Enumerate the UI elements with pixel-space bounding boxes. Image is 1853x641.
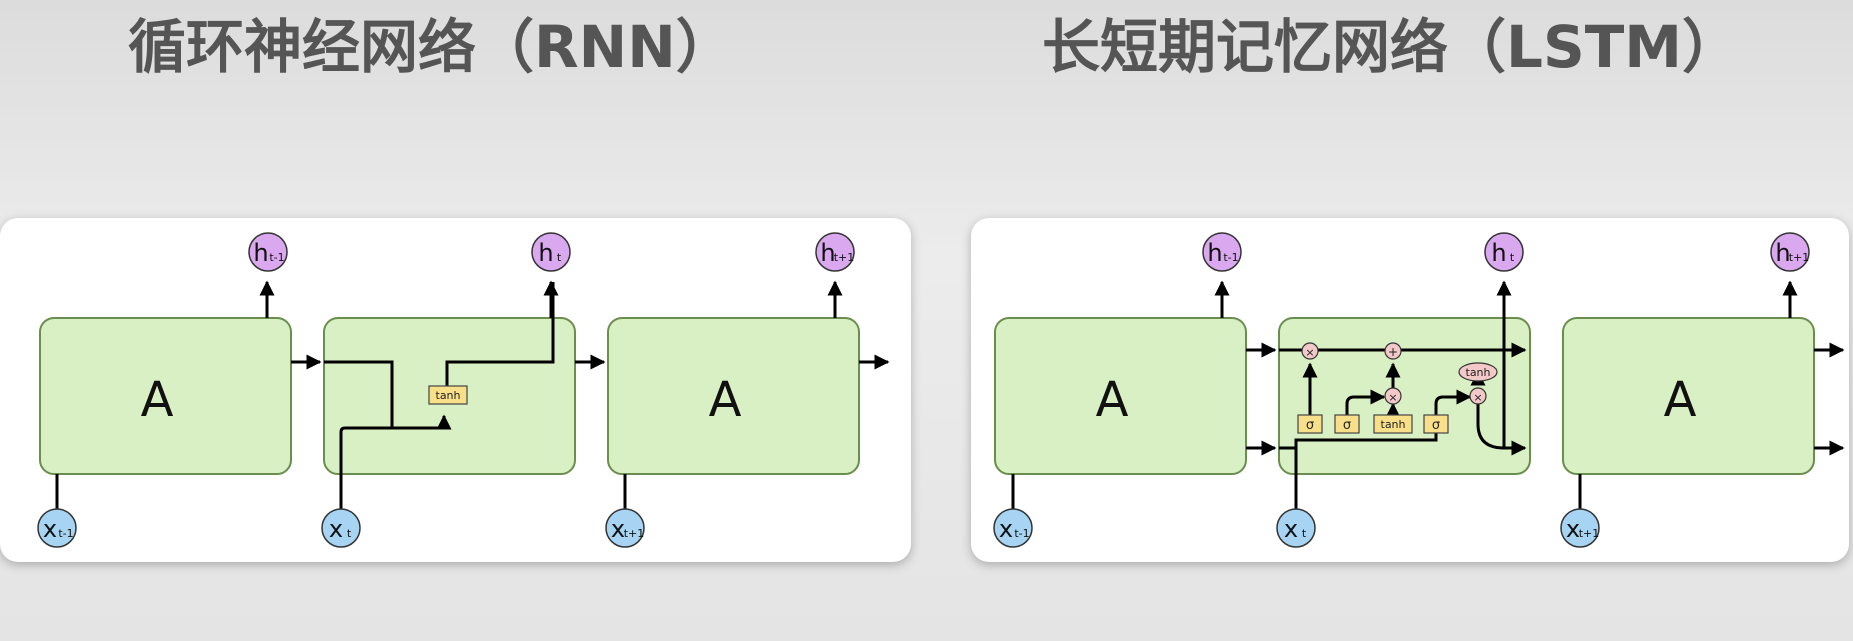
svg-text:σ: σ: [1432, 418, 1440, 433]
lstm-cell-prev: A: [994, 317, 1247, 475]
svg-text:h: h: [1491, 239, 1506, 267]
x-node-lstm-next: x t+1: [1560, 508, 1600, 548]
svg-text:t: t: [1302, 527, 1307, 540]
svg-text:t-1: t-1: [58, 527, 73, 540]
x-node-lstm-prev: x t-1: [993, 508, 1033, 548]
svg-text:h: h: [1207, 239, 1222, 267]
rnn-cell-next: A: [607, 317, 860, 475]
svg-text:σ: σ: [1343, 418, 1351, 433]
svg-text:x: x: [1284, 515, 1298, 543]
svg-text:h: h: [253, 239, 268, 267]
forget-multiply-node: ×: [1301, 342, 1319, 360]
h-node-rnn-prev: h t-1: [248, 232, 288, 272]
svg-text:t: t: [1510, 251, 1515, 264]
cell-label: A: [709, 372, 742, 428]
lstm-cell-current: [1278, 317, 1531, 475]
x-node-rnn-next: x t+1: [605, 508, 645, 548]
svg-text:σ: σ: [1306, 418, 1314, 433]
rnn-cell-prev: A: [39, 317, 292, 475]
svg-text:×: ×: [1305, 346, 1314, 359]
svg-text:x: x: [999, 515, 1013, 543]
h-node-lstm-next: h t+1: [1770, 232, 1810, 272]
cell-label: A: [1096, 372, 1129, 428]
svg-text:×: ×: [1473, 391, 1482, 404]
x-node-rnn-current: x t: [321, 508, 361, 548]
output-tanh-node: tanh: [1458, 362, 1498, 382]
svg-text:×: ×: [1388, 391, 1397, 404]
input-gate: σ: [1334, 414, 1360, 434]
svg-text:t-1: t-1: [1223, 251, 1238, 264]
svg-text:x: x: [43, 515, 57, 543]
svg-text:t-1: t-1: [1014, 527, 1029, 540]
output-gate: σ: [1423, 414, 1449, 434]
svg-text:tanh: tanh: [1381, 418, 1406, 431]
lstm-cell-next: A: [1562, 317, 1815, 475]
svg-text:t-1: t-1: [269, 251, 284, 264]
candidate-tanh-gate: tanh: [1373, 414, 1413, 434]
rnn-tanh-gate: tanh: [428, 385, 468, 405]
svg-text:t: t: [557, 251, 562, 264]
svg-text:+: +: [1388, 345, 1398, 359]
forget-gate: σ: [1297, 414, 1323, 434]
h-node-lstm-current: h t: [1484, 232, 1524, 272]
h-node-rnn-current: h t: [531, 232, 571, 272]
cell-label: A: [141, 372, 174, 428]
svg-text:h: h: [538, 239, 553, 267]
svg-text:t+1: t+1: [1789, 251, 1810, 264]
tanh-label: tanh: [436, 389, 461, 402]
svg-text:tanh: tanh: [1466, 366, 1491, 379]
svg-text:t+1: t+1: [834, 251, 855, 264]
diagram-canvas: A A tanh h t-1 h t h t+1 x t-1 x t x t+1…: [37, 232, 1845, 548]
svg-text:t+1: t+1: [624, 527, 645, 540]
h-node-rnn-next: h t+1: [815, 232, 855, 272]
svg-text:t: t: [347, 527, 352, 540]
x-node-rnn-prev: x t-1: [37, 508, 77, 548]
output-multiply-node: ×: [1469, 387, 1487, 405]
h-node-lstm-prev: h t-1: [1202, 232, 1242, 272]
cell-add-node: +: [1384, 342, 1402, 360]
svg-text:t+1: t+1: [1579, 527, 1600, 540]
input-multiply-node: ×: [1384, 387, 1402, 405]
svg-text:x: x: [329, 515, 343, 543]
cell-label: A: [1664, 372, 1697, 428]
x-node-lstm-current: x t: [1276, 508, 1316, 548]
